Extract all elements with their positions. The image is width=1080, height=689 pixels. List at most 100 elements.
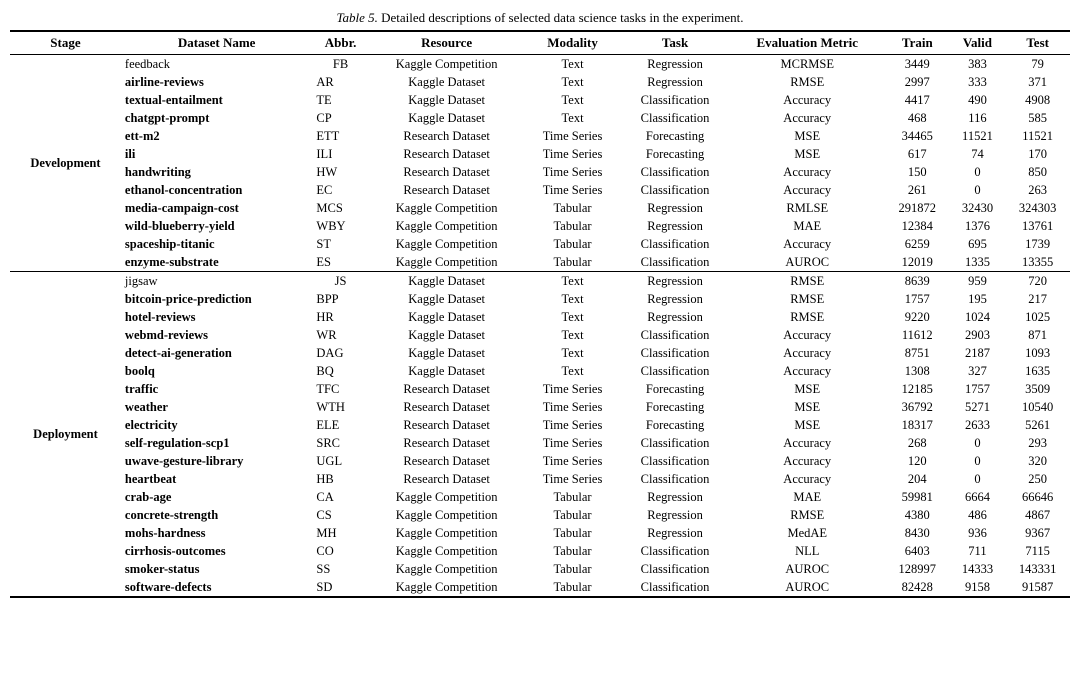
cell: Tabular: [525, 506, 621, 524]
cell: 468: [885, 109, 950, 127]
cell: 12384: [885, 217, 950, 235]
cell: ELE: [312, 416, 368, 434]
cell: 66646: [1005, 488, 1070, 506]
cell: RMSE: [730, 290, 885, 308]
cell: 12019: [885, 253, 950, 272]
cell: 1093: [1005, 344, 1070, 362]
cell: 695: [950, 235, 1006, 253]
cell: Accuracy: [730, 163, 885, 181]
cell: HR: [312, 308, 368, 326]
cell: Time Series: [525, 398, 621, 416]
cell: 143331: [1005, 560, 1070, 578]
cell: Text: [525, 290, 621, 308]
cell: Classification: [621, 470, 730, 488]
cell: Time Series: [525, 181, 621, 199]
table-row: DeploymentjigsawJSKaggle DatasetTextRegr…: [10, 272, 1070, 291]
cell: webmd-reviews: [121, 326, 312, 344]
cell: Accuracy: [730, 181, 885, 199]
cell: SS: [312, 560, 368, 578]
cell: 36792: [885, 398, 950, 416]
cell: Research Dataset: [369, 181, 525, 199]
cell: 116: [950, 109, 1006, 127]
cell: Time Series: [525, 163, 621, 181]
table-row: handwritingHWResearch DatasetTime Series…: [10, 163, 1070, 181]
data-table: Stage Dataset Name Abbr. Resource Modali…: [10, 30, 1070, 598]
cell: software-defects: [121, 578, 312, 597]
cell: Kaggle Dataset: [369, 290, 525, 308]
cell: MSE: [730, 398, 885, 416]
cell: 120: [885, 452, 950, 470]
cell: 0: [950, 163, 1006, 181]
cell: Tabular: [525, 542, 621, 560]
cell: 150: [885, 163, 950, 181]
cell: 91587: [1005, 578, 1070, 597]
stage-deployment: Deployment: [10, 272, 121, 598]
cell: 383: [950, 55, 1006, 74]
cell: Regression: [621, 55, 730, 74]
cell: Forecasting: [621, 380, 730, 398]
cell: ett-m2: [121, 127, 312, 145]
cell: AUROC: [730, 578, 885, 597]
cell: MAE: [730, 217, 885, 235]
cell: MSE: [730, 380, 885, 398]
cell: jigsaw: [121, 272, 312, 291]
cell: 1757: [950, 380, 1006, 398]
cell: Accuracy: [730, 91, 885, 109]
cell: 4908: [1005, 91, 1070, 109]
table-row: boolqBQKaggle DatasetTextClassificationA…: [10, 362, 1070, 380]
cell: electricity: [121, 416, 312, 434]
cell: EC: [312, 181, 368, 199]
cell: TE: [312, 91, 368, 109]
cell: 4417: [885, 91, 950, 109]
cell: Kaggle Competition: [369, 199, 525, 217]
cell: RMSE: [730, 73, 885, 91]
cell: Regression: [621, 217, 730, 235]
cell: AUROC: [730, 560, 885, 578]
cell: hotel-reviews: [121, 308, 312, 326]
cell: 59981: [885, 488, 950, 506]
cell: Kaggle Competition: [369, 217, 525, 235]
table-row: enzyme-substrateESKaggle CompetitionTabu…: [10, 253, 1070, 272]
cell: Kaggle Competition: [369, 542, 525, 560]
table-row: crab-ageCAKaggle CompetitionTabularRegre…: [10, 488, 1070, 506]
cell: Accuracy: [730, 344, 885, 362]
cell: Text: [525, 109, 621, 127]
cell: MedAE: [730, 524, 885, 542]
cell: TFC: [312, 380, 368, 398]
table-row: chatgpt-promptCPKaggle DatasetTextClassi…: [10, 109, 1070, 127]
cell: Regression: [621, 488, 730, 506]
cell: concrete-strength: [121, 506, 312, 524]
cell: Research Dataset: [369, 434, 525, 452]
cell: 936: [950, 524, 1006, 542]
cell: handwriting: [121, 163, 312, 181]
cell: 2187: [950, 344, 1006, 362]
cell: AUROC: [730, 253, 885, 272]
table-row: electricityELEResearch DatasetTime Serie…: [10, 416, 1070, 434]
cell: Kaggle Competition: [369, 488, 525, 506]
cell: Text: [525, 91, 621, 109]
cell: Tabular: [525, 488, 621, 506]
cell: 293: [1005, 434, 1070, 452]
cell: Research Dataset: [369, 470, 525, 488]
cell: 490: [950, 91, 1006, 109]
cell: 5271: [950, 398, 1006, 416]
table-container: Table 5. Detailed descriptions of select…: [10, 10, 1070, 598]
cell: mohs-hardness: [121, 524, 312, 542]
cell: 585: [1005, 109, 1070, 127]
cell: Forecasting: [621, 416, 730, 434]
header-row: Stage Dataset Name Abbr. Resource Modali…: [10, 31, 1070, 55]
cell: MH: [312, 524, 368, 542]
cell: Tabular: [525, 560, 621, 578]
cell: 617: [885, 145, 950, 163]
cell: 0: [950, 470, 1006, 488]
cell: Accuracy: [730, 452, 885, 470]
table-row: spaceship-titanicSTKaggle CompetitionTab…: [10, 235, 1070, 253]
cell: ETT: [312, 127, 368, 145]
cell: ili: [121, 145, 312, 163]
cell: 128997: [885, 560, 950, 578]
table-row: cirrhosis-outcomesCOKaggle CompetitionTa…: [10, 542, 1070, 560]
cell: Classification: [621, 326, 730, 344]
cell: MAE: [730, 488, 885, 506]
cell: 1308: [885, 362, 950, 380]
cell: Classification: [621, 253, 730, 272]
